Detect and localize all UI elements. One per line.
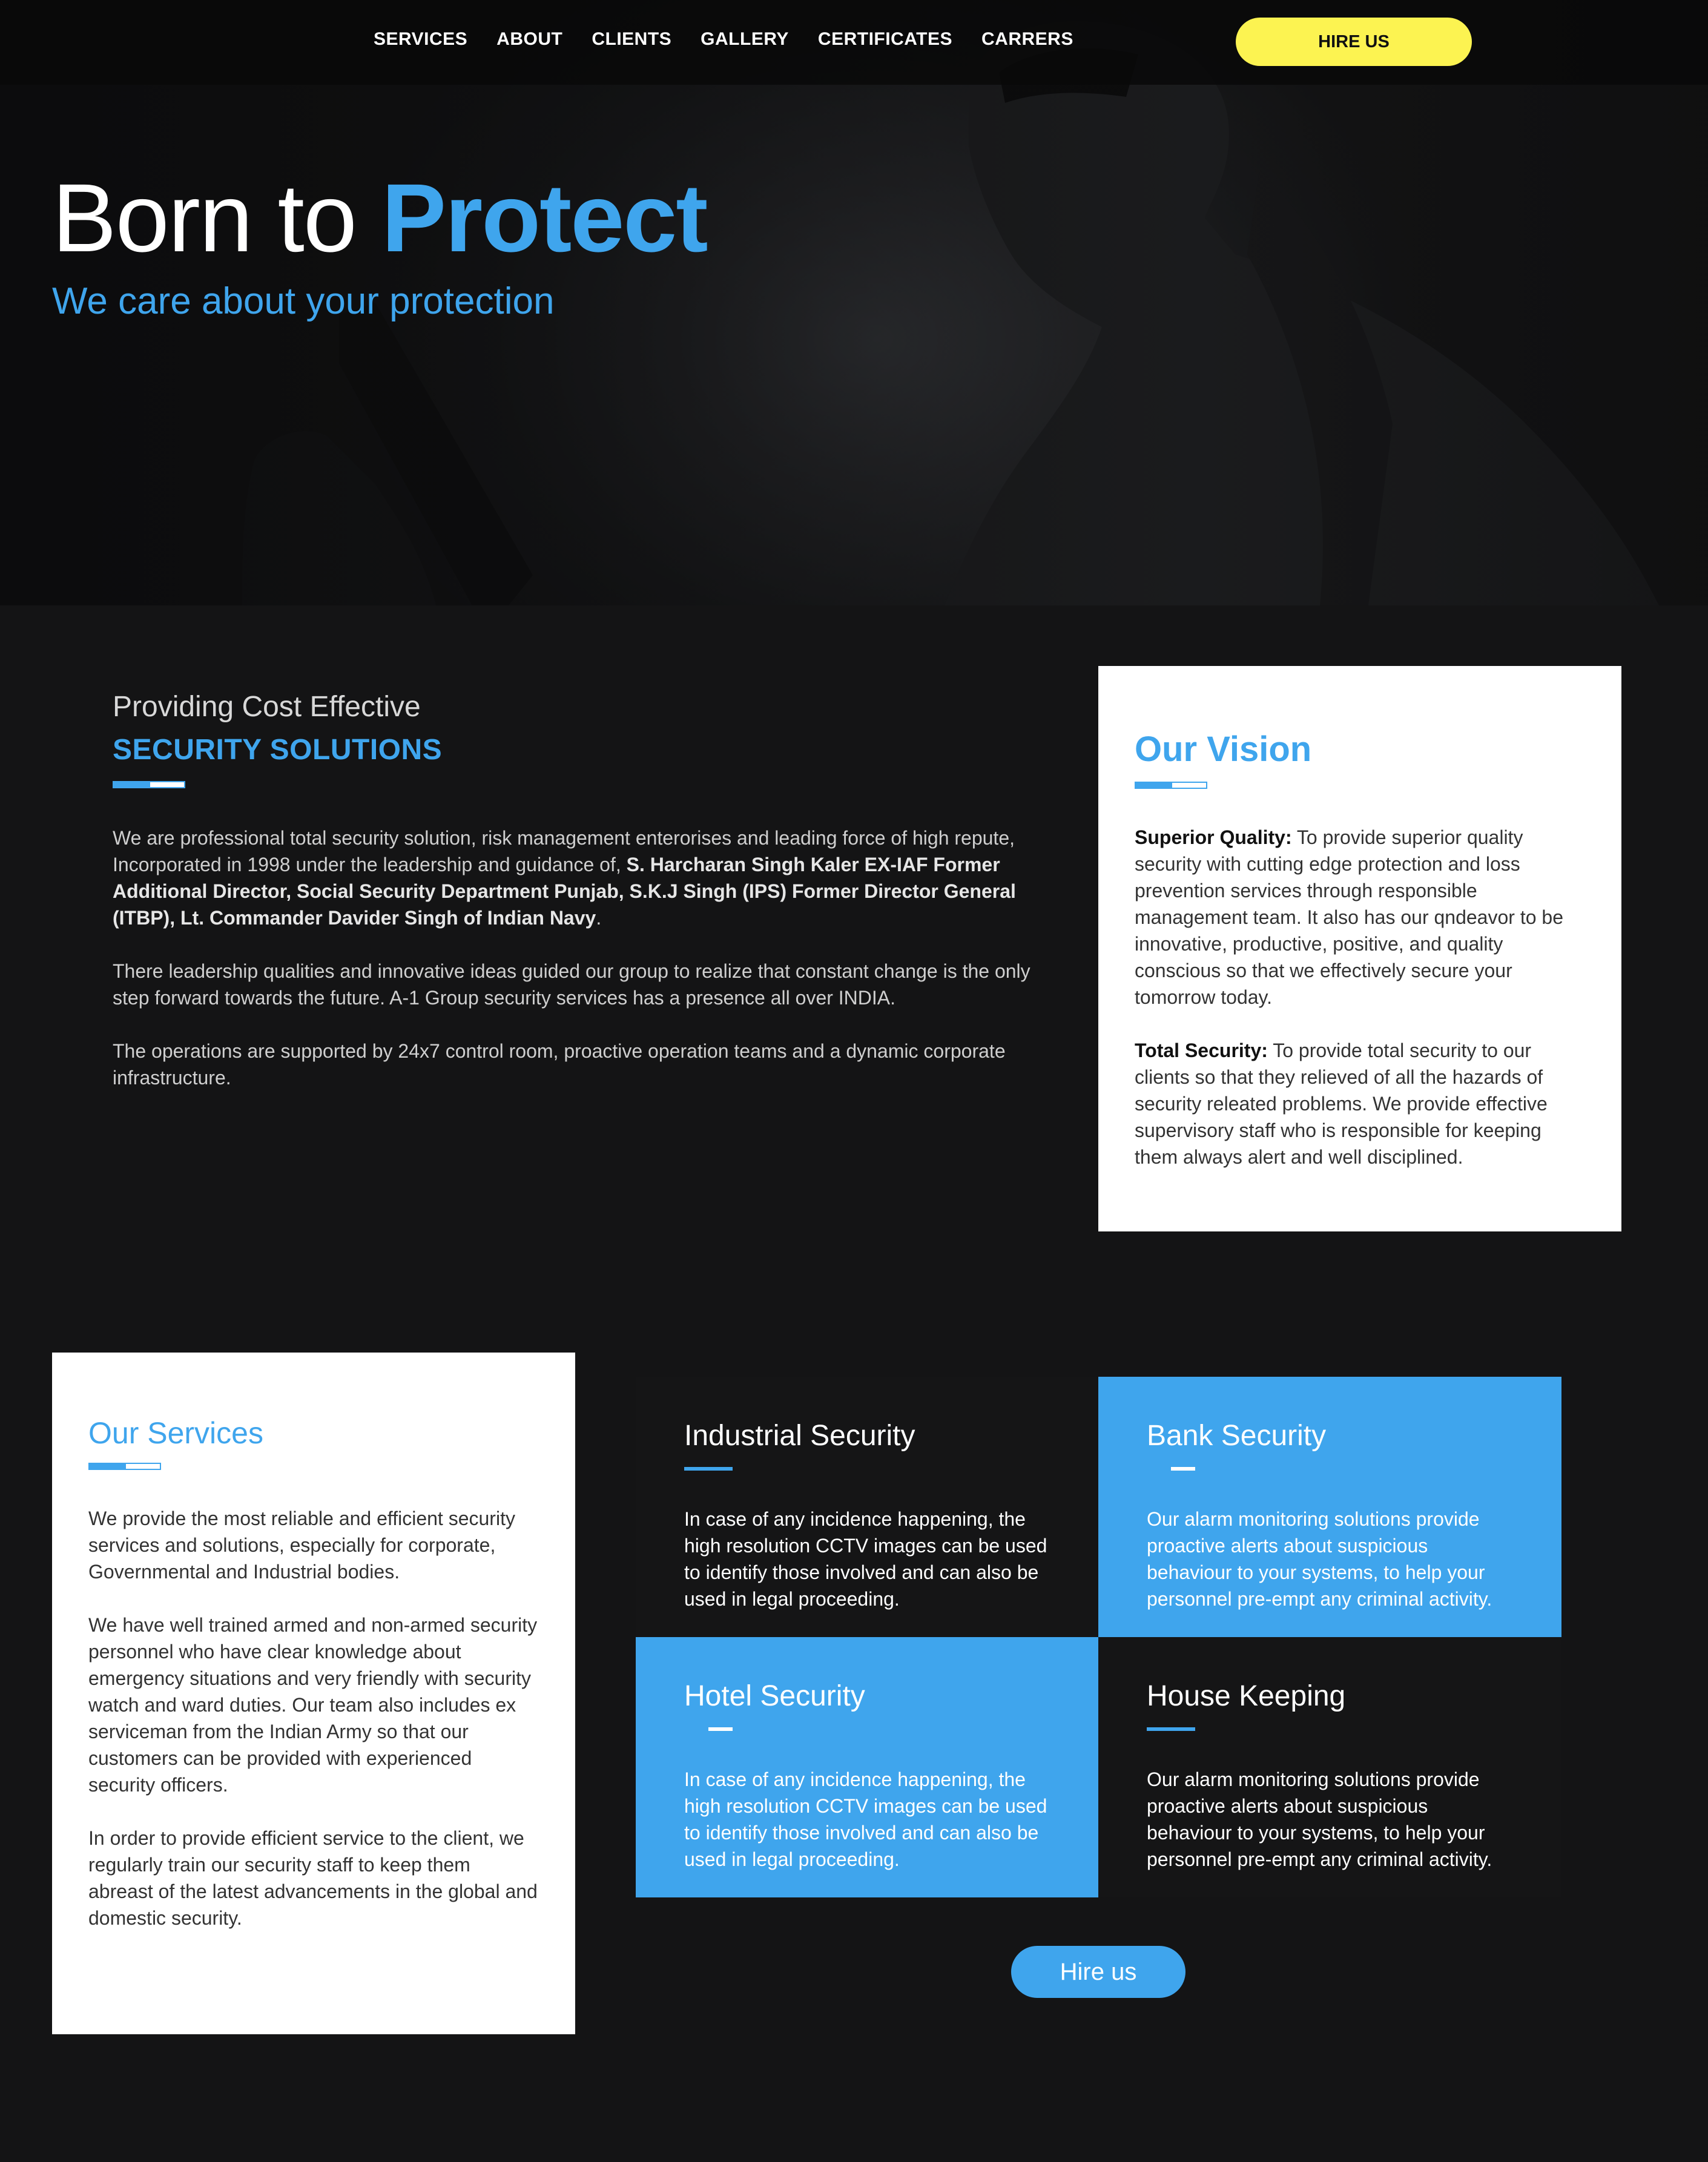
services-paragraph-3: In order to provide efficient service to… — [88, 1827, 538, 1929]
about-paragraph-3: The operations are supported by 24x7 con… — [113, 1040, 1006, 1089]
hero-subtitle: We care about your protection — [52, 280, 555, 322]
vision-item-quality-text: To provide superior quality security wit… — [1135, 826, 1563, 1008]
about-paragraph-1: We are professional total security solut… — [113, 825, 1033, 931]
nav-link-services[interactable]: SERVICES — [374, 29, 467, 50]
services-underline — [88, 1463, 539, 1470]
tile-title: Hotel Security — [684, 1680, 865, 1712]
tile-text: In case of any incidence happening, the … — [684, 1508, 1047, 1610]
hero-title-plain: Born to — [52, 163, 382, 272]
services-title: Our Services — [88, 1416, 263, 1450]
vision-item-security-label: Total Security: — [1135, 1040, 1268, 1061]
nav-link-careers[interactable]: CARRERS — [981, 29, 1073, 50]
about-heading: SECURITY SOLUTIONS — [113, 734, 443, 766]
hero-title-strong: Protect — [381, 163, 708, 272]
hero-title: Born to Protect — [52, 170, 708, 266]
vision-title: Our Vision — [1135, 730, 1312, 769]
tile-text: Our alarm monitoring solutions provide p… — [1147, 1768, 1492, 1870]
nav-link-gallery[interactable]: GALLERY — [701, 29, 789, 50]
vision-card: Our Vision Superior Quality: To provide … — [1098, 666, 1621, 1231]
hire-us-cta-button[interactable]: Hire us — [1011, 1946, 1185, 1998]
tile-underline — [1171, 1467, 1195, 1471]
nav-links: SERVICES ABOUT CLIENTS GALLERY CERTIFICA… — [374, 29, 1073, 50]
tile-underline — [1147, 1727, 1195, 1731]
tile-text: In case of any incidence happening, the … — [684, 1768, 1047, 1870]
about-paragraph-2: There leadership qualities and innovativ… — [113, 960, 1030, 1009]
vision-item-quality: Superior Quality: To provide superior qu… — [1135, 824, 1585, 1010]
service-tile-hotel: Hotel Security In case of any incidence … — [636, 1637, 1099, 1897]
tile-text: Our alarm monitoring solutions provide p… — [1147, 1508, 1492, 1610]
nav-link-clients[interactable]: CLIENTS — [592, 29, 671, 50]
tile-underline — [684, 1467, 733, 1471]
nav-link-certificates[interactable]: CERTIFICATES — [818, 29, 952, 50]
vision-item-quality-label: Superior Quality: — [1135, 826, 1292, 848]
heading-underline — [113, 781, 1033, 788]
top-navbar: SERVICES ABOUT CLIENTS GALLERY CERTIFICA… — [0, 0, 1708, 85]
tile-title: House Keeping — [1147, 1680, 1346, 1712]
services-paragraph-2: We have well trained armed and non-armed… — [88, 1614, 538, 1796]
tile-underline — [708, 1727, 733, 1731]
services-card: Our Services We provide the most reliabl… — [52, 1353, 575, 2034]
nav-link-about[interactable]: ABOUT — [496, 29, 562, 50]
tile-title: Industrial Security — [684, 1420, 915, 1452]
about-section: Providing Cost Effective SECURITY SOLUTI… — [113, 690, 1033, 1091]
service-tile-bank: Bank Security Our alarm monitoring solut… — [1098, 1377, 1561, 1637]
hero-section: SERVICES ABOUT CLIENTS GALLERY CERTIFICA… — [0, 0, 1708, 605]
services-paragraph-1: We provide the most reliable and efficie… — [88, 1508, 515, 1583]
about-p1-end: . — [596, 907, 602, 929]
tile-title: Bank Security — [1147, 1420, 1327, 1452]
service-tile-industrial: Industrial Security In case of any incid… — [636, 1377, 1099, 1637]
vision-underline — [1135, 782, 1585, 789]
hire-us-button[interactable]: HIRE US — [1236, 18, 1472, 66]
vision-item-security: Total Security: To provide total securit… — [1135, 1037, 1585, 1170]
about-kicker: Providing Cost Effective — [113, 691, 421, 723]
service-tile-housekeeping: House Keeping Our alarm monitoring solut… — [1098, 1637, 1561, 1897]
